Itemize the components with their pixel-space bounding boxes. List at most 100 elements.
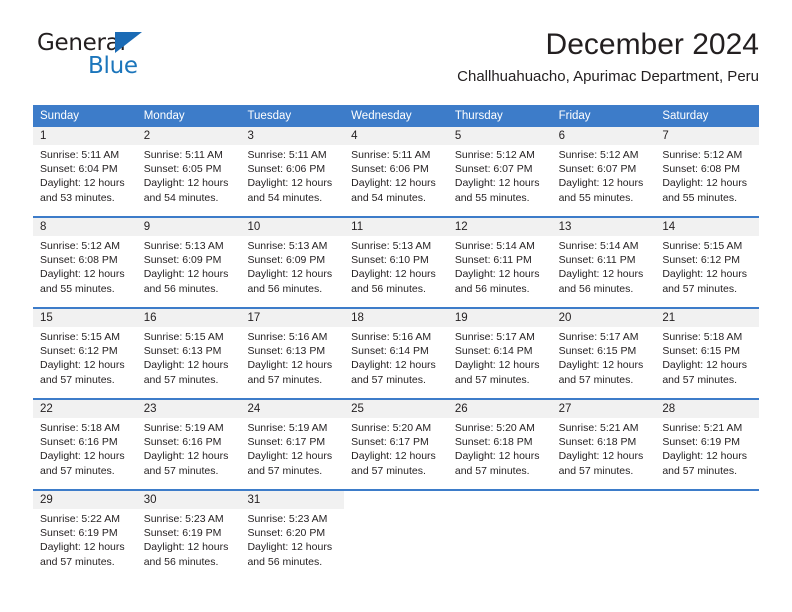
day-details: Sunrise: 5:19 AM Sunset: 6:17 PM Daylight:… xyxy=(240,418,344,478)
calendar-day-cell[interactable]: 5 Sunrise: 5:12 AM Sunset: 6:07 PM Daylight… xyxy=(447,127,552,209)
daylight-duration-line2: and 56 minutes. xyxy=(247,555,323,568)
sunset-time: Sunset: 6:18 PM xyxy=(454,436,533,449)
calendar-day-cell[interactable]: 14 Sunrise: 5:15 AM Sunset: 6:12 PM Dayligh… xyxy=(655,218,760,300)
calendar-day-cell[interactable]: 19 Sunrise: 5:17 AM Sunset: 6:14 PM Dayligh… xyxy=(447,309,552,391)
daylight-duration-line1: Daylight: 12 hours xyxy=(662,450,747,463)
calendar-day-cell[interactable]: 13 Sunrise: 5:14 AM Sunset: 6:11 PM Dayligh… xyxy=(551,218,656,300)
daylight-duration-line2: and 54 minutes. xyxy=(143,191,219,204)
sunrise-time: Sunrise: 5:23 AM xyxy=(247,513,328,525)
daylight-duration-line1: Daylight: 12 hours xyxy=(247,541,333,554)
calendar-day-cell[interactable]: 9 Sunrise: 5:13 AM Sunset: 6:09 PM Daylight… xyxy=(136,218,241,300)
title-block: December 2024 Challhuahuacho, Apurimac D… xyxy=(457,26,759,88)
calendar-day-cell[interactable]: 15 Sunrise: 5:15 AM Sunset: 6:12 PM Dayligh… xyxy=(33,309,137,391)
logo-text-blue: Blue xyxy=(88,53,138,79)
daylight-duration-line1: Daylight: 12 hours xyxy=(351,359,436,372)
weekday-header-wednesday: Wednesday xyxy=(351,110,412,122)
sunset-time: Sunset: 6:17 PM xyxy=(247,436,326,449)
calendar-week-row: 8 Sunrise: 5:12 AM Sunset: 6:08 PM Daylight… xyxy=(33,216,760,300)
weekday-header-tuesday: Tuesday xyxy=(247,110,292,122)
day-number: 27 xyxy=(551,400,656,418)
day-details: Sunrise: 5:20 AM Sunset: 6:18 PM Daylight:… xyxy=(448,418,552,478)
daylight-duration-line2: and 57 minutes. xyxy=(143,373,219,386)
day-details: Sunrise: 5:19 AM Sunset: 6:16 PM Daylight:… xyxy=(137,418,241,478)
calendar-grid: Sunday Monday Tuesday Wednesday Thursday Frid… xyxy=(33,105,760,573)
daylight-duration-line2: and 57 minutes. xyxy=(351,373,426,386)
calendar-day-cell[interactable]: 4 Sunrise: 5:11 AM Sunset: 6:06 PM Daylight… xyxy=(344,127,448,209)
calendar-day-cell[interactable]: 27 Sunrise: 5:21 AM Sunset: 6:18 PM Dayligh… xyxy=(551,400,656,482)
sunset-time: Sunset: 6:07 PM xyxy=(558,163,637,176)
day-details: Sunrise: 5:17 AM Sunset: 6:14 PM Daylight:… xyxy=(448,327,552,387)
sunset-time: Sunset: 6:13 PM xyxy=(247,345,326,358)
calendar-day-cell[interactable]: 18 Sunrise: 5:16 AM Sunset: 6:14 PM Dayligh… xyxy=(344,309,448,391)
calendar-day-cell[interactable]: 3 Sunrise: 5:11 AM Sunset: 6:06 PM Daylight… xyxy=(240,127,345,209)
day-number: 7 xyxy=(655,127,760,145)
day-details: Sunrise: 5:16 AM Sunset: 6:13 PM Daylight:… xyxy=(240,327,344,387)
daylight-duration-line1: Daylight: 12 hours xyxy=(558,359,644,372)
day-details: Sunrise: 5:13 AM Sunset: 6:10 PM Daylight:… xyxy=(344,236,448,296)
daylight-duration-line1: Daylight: 12 hours xyxy=(247,177,333,190)
sunset-time: Sunset: 6:15 PM xyxy=(558,345,637,358)
daylight-duration-line2: and 54 minutes. xyxy=(351,191,426,204)
day-details: Sunrise: 5:11 AM Sunset: 6:05 PM Daylight:… xyxy=(137,145,241,205)
calendar-day-cell[interactable]: 31 Sunrise: 5:23 AM Sunset: 6:20 PM Dayligh… xyxy=(240,491,345,573)
calendar-day-cell-empty xyxy=(551,491,656,573)
day-number: 10 xyxy=(240,218,345,236)
sunrise-time: Sunrise: 5:20 AM xyxy=(351,422,432,434)
daylight-duration-line2: and 57 minutes. xyxy=(351,464,426,477)
calendar-day-cell[interactable]: 23 Sunrise: 5:19 AM Sunset: 6:16 PM Dayligh… xyxy=(136,400,241,482)
sunrise-time: Sunrise: 5:12 AM xyxy=(558,149,639,161)
calendar-day-cell[interactable]: 24 Sunrise: 5:19 AM Sunset: 6:17 PM Dayligh… xyxy=(240,400,345,482)
daylight-duration-line2: and 57 minutes. xyxy=(40,555,115,568)
sunset-time: Sunset: 6:14 PM xyxy=(351,345,429,358)
sunset-time: Sunset: 6:04 PM xyxy=(40,163,118,176)
calendar-day-cell[interactable]: 30 Sunrise: 5:23 AM Sunset: 6:19 PM Dayligh… xyxy=(136,491,241,573)
calendar-day-cell[interactable]: 22 Sunrise: 5:18 AM Sunset: 6:16 PM Dayligh… xyxy=(33,400,137,482)
day-number: 3 xyxy=(240,127,345,145)
day-number: 16 xyxy=(136,309,241,327)
calendar-day-cell[interactable]: 17 Sunrise: 5:16 AM Sunset: 6:13 PM Dayligh… xyxy=(240,309,345,391)
day-number: 14 xyxy=(655,218,760,236)
calendar-day-cell[interactable]: 1 Sunrise: 5:11 AM Sunset: 6:04 PM Daylight… xyxy=(33,127,137,209)
daylight-duration-line2: and 57 minutes. xyxy=(558,464,634,477)
calendar-day-cell[interactable]: 26 Sunrise: 5:20 AM Sunset: 6:18 PM Dayligh… xyxy=(447,400,552,482)
location-subtitle: Challhuahuacho, Apurimac Department, Per… xyxy=(457,68,759,85)
calendar-day-cell[interactable]: 2 Sunrise: 5:11 AM Sunset: 6:05 PM Daylight… xyxy=(136,127,241,209)
sunrise-time: Sunrise: 5:16 AM xyxy=(247,331,328,343)
day-number xyxy=(448,491,552,509)
sunset-time: Sunset: 6:19 PM xyxy=(143,527,222,540)
sunset-time: Sunset: 6:18 PM xyxy=(558,436,637,449)
calendar-day-cell[interactable]: 29 Sunrise: 5:22 AM Sunset: 6:19 PM Dayligh… xyxy=(33,491,137,573)
daylight-duration-line2: and 56 minutes. xyxy=(351,282,426,295)
calendar-day-cell[interactable]: 25 Sunrise: 5:20 AM Sunset: 6:17 PM Dayligh… xyxy=(344,400,448,482)
calendar-day-cell[interactable]: 16 Sunrise: 5:15 AM Sunset: 6:13 PM Dayligh… xyxy=(136,309,241,391)
daylight-duration-line1: Daylight: 12 hours xyxy=(454,177,540,190)
daylight-duration-line2: and 57 minutes. xyxy=(662,282,738,295)
calendar-day-cell[interactable]: 10 Sunrise: 5:13 AM Sunset: 6:09 PM Dayligh… xyxy=(240,218,345,300)
day-number: 11 xyxy=(344,218,448,236)
daylight-duration-line1: Daylight: 12 hours xyxy=(143,268,229,281)
daylight-duration-line1: Daylight: 12 hours xyxy=(662,177,747,190)
daylight-duration-line1: Daylight: 12 hours xyxy=(351,177,436,190)
day-number: 4 xyxy=(344,127,448,145)
sunrise-time: Sunrise: 5:21 AM xyxy=(662,422,743,434)
daylight-duration-line1: Daylight: 12 hours xyxy=(662,268,747,281)
calendar-day-cell[interactable]: 20 Sunrise: 5:17 AM Sunset: 6:15 PM Dayligh… xyxy=(551,309,656,391)
daylight-duration-line1: Daylight: 12 hours xyxy=(454,450,540,463)
sunrise-time: Sunrise: 5:23 AM xyxy=(143,513,224,525)
daylight-duration-line1: Daylight: 12 hours xyxy=(40,177,125,190)
daylight-duration-line1: Daylight: 12 hours xyxy=(351,450,436,463)
calendar-day-cell[interactable]: 12 Sunrise: 5:14 AM Sunset: 6:11 PM Dayligh… xyxy=(447,218,552,300)
daylight-duration-line1: Daylight: 12 hours xyxy=(247,359,333,372)
calendar-day-cell[interactable]: 8 Sunrise: 5:12 AM Sunset: 6:08 PM Daylight… xyxy=(33,218,137,300)
daylight-duration-line2: and 57 minutes. xyxy=(662,373,738,386)
calendar-day-cell[interactable]: 11 Sunrise: 5:13 AM Sunset: 6:10 PM Dayligh… xyxy=(344,218,448,300)
calendar-day-cell[interactable]: 6 Sunrise: 5:12 AM Sunset: 6:07 PM Daylight… xyxy=(551,127,656,209)
sunrise-time: Sunrise: 5:19 AM xyxy=(143,422,224,434)
calendar-day-cell[interactable]: 28 Sunrise: 5:21 AM Sunset: 6:19 PM Dayligh… xyxy=(655,400,760,482)
daylight-duration-line2: and 55 minutes. xyxy=(662,191,738,204)
calendar-day-cell[interactable]: 21 Sunrise: 5:18 AM Sunset: 6:15 PM Dayligh… xyxy=(655,309,760,391)
day-number: 15 xyxy=(33,309,137,327)
calendar-page: General Blue December 2024 Challhuahuach… xyxy=(0,0,792,612)
calendar-day-cell[interactable]: 7 Sunrise: 5:12 AM Sunset: 6:08 PM Daylight… xyxy=(655,127,760,209)
day-number: 2 xyxy=(136,127,241,145)
